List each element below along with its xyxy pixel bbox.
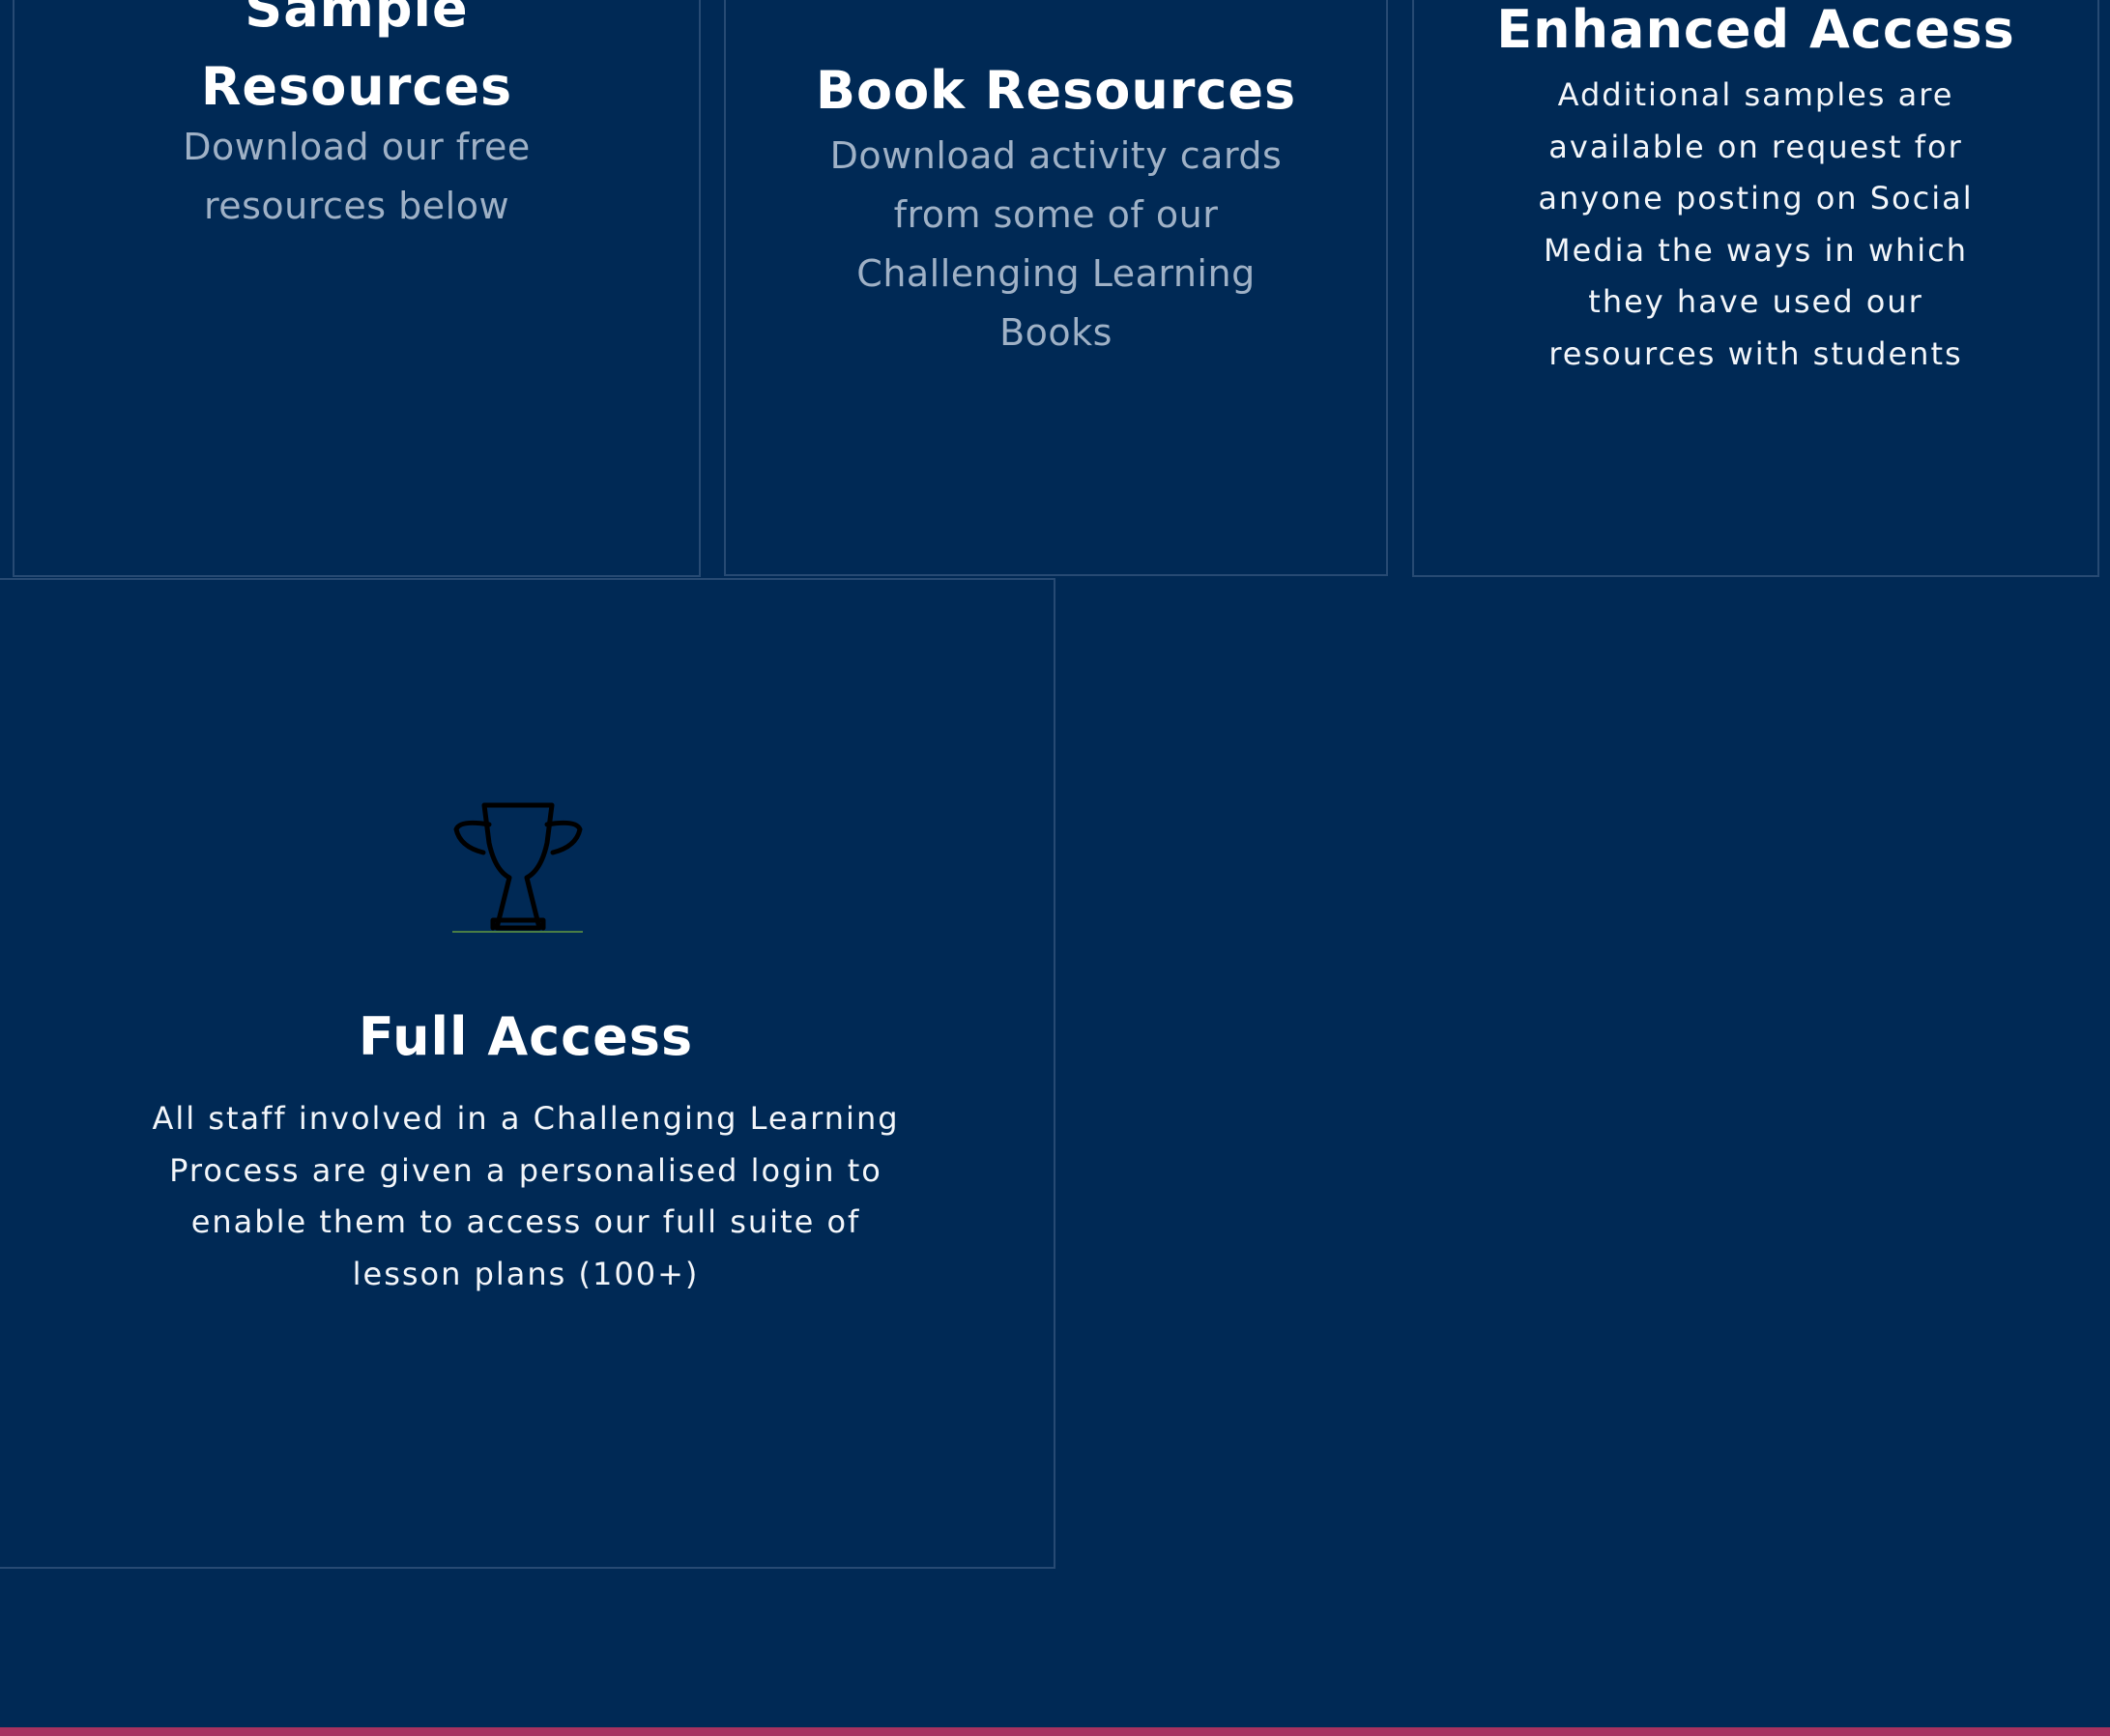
card-description-line: Books [999, 311, 1113, 354]
card-description-line: enable them to access our full suite of [190, 1203, 861, 1240]
card-full-access[interactable]: Full Access All staff involved in a Chal… [0, 578, 1055, 1569]
card-enhanced-access[interactable]: Enhanced Access Additional samples are a… [1412, 0, 2099, 577]
card-description-line: they have used our [1588, 283, 1923, 320]
card-description-line: All staff involved in a Challenging Lear… [152, 1100, 900, 1137]
card-description-line: Challenging Learning [856, 252, 1256, 295]
card-title-line: Resources [200, 56, 513, 117]
card-description: Download activity cards from some of our… [813, 127, 1299, 362]
card-description-line: Download activity cards [829, 134, 1283, 177]
card-description: All staff involved in a Challenging Lear… [143, 1093, 909, 1300]
card-title: Full Access [358, 1006, 694, 1067]
card-description: Download our free resources below [53, 118, 660, 236]
footer-accent-bar [0, 1727, 2110, 1736]
card-description-line: Media the ways in which [1543, 231, 1969, 269]
card-title: Sample Resources [14, 0, 699, 126]
card-description-line: lesson plans (100+) [352, 1255, 700, 1292]
card-book-resources[interactable]: Book Resources Download activity cards f… [724, 0, 1388, 576]
card-description-line: Download our free [183, 126, 531, 168]
card-description-line: resources with students [1548, 334, 1963, 372]
trophy-icon [452, 802, 583, 933]
card-description-line: from some of our [893, 193, 1219, 236]
card-sample-resources[interactable]: Sample Resources Download our free resou… [13, 0, 701, 577]
card-title-line: Sample [245, 0, 469, 39]
card-description-line: Additional samples are [1557, 76, 1954, 113]
card-description: Additional samples are available on requ… [1501, 70, 2010, 380]
card-title: Enhanced Access [1496, 0, 2015, 60]
card-description-line: resources below [203, 185, 510, 227]
card-description-line: anyone posting on Social [1538, 180, 1974, 217]
card-description-line: Process are given a personalised login t… [169, 1151, 882, 1189]
card-description-line: available on request for [1548, 128, 1963, 165]
card-title: Book Resources [815, 60, 1297, 121]
